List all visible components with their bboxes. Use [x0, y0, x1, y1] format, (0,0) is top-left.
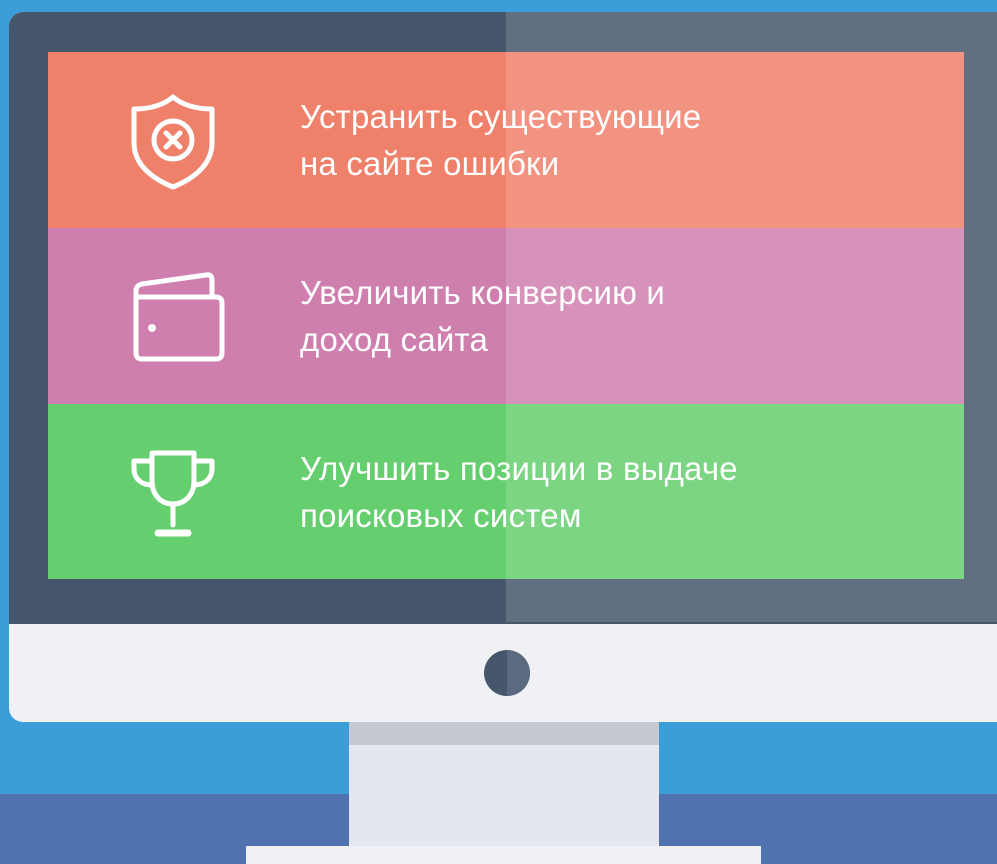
benefit-row-errors: Устранить существующие на сайте ошибки	[48, 52, 964, 228]
benefit-line-1: Улучшить позиции в выдаче	[300, 449, 738, 487]
benefit-line-2: поисковых систем	[300, 496, 582, 534]
benefit-line-2: на сайте ошибки	[300, 145, 560, 182]
wallet-icon	[118, 261, 228, 371]
benefit-line-1: Увеличить конверсию и	[300, 274, 666, 311]
shield-x-icon	[118, 85, 228, 195]
monitor-bezel: Устранить существующие на сайте ошибки У…	[9, 12, 997, 624]
benefit-text-conversion: Увеличить конверсию и доход сайта	[300, 269, 665, 363]
monitor-screen: Устранить существующие на сайте ошибки У…	[48, 52, 964, 579]
monitor-stand-base	[246, 846, 761, 864]
benefit-row-conversion: Увеличить конверсию и доход сайта	[48, 228, 964, 404]
benefit-row-search: Улучшить позиции в выдаче поисковых сист…	[48, 404, 964, 579]
monitor: Устранить существующие на сайте ошибки У…	[9, 12, 997, 722]
trophy-icon	[118, 437, 228, 547]
benefit-line-1: Устранить существующие	[300, 98, 702, 135]
benefit-text-search: Улучшить позиции в выдаче поисковых сист…	[300, 445, 738, 539]
benefit-text-errors: Устранить существующие на сайте ошибки	[300, 93, 701, 187]
monitor-stand-shadow	[349, 722, 659, 745]
benefit-line-2: доход сайта	[300, 321, 489, 358]
